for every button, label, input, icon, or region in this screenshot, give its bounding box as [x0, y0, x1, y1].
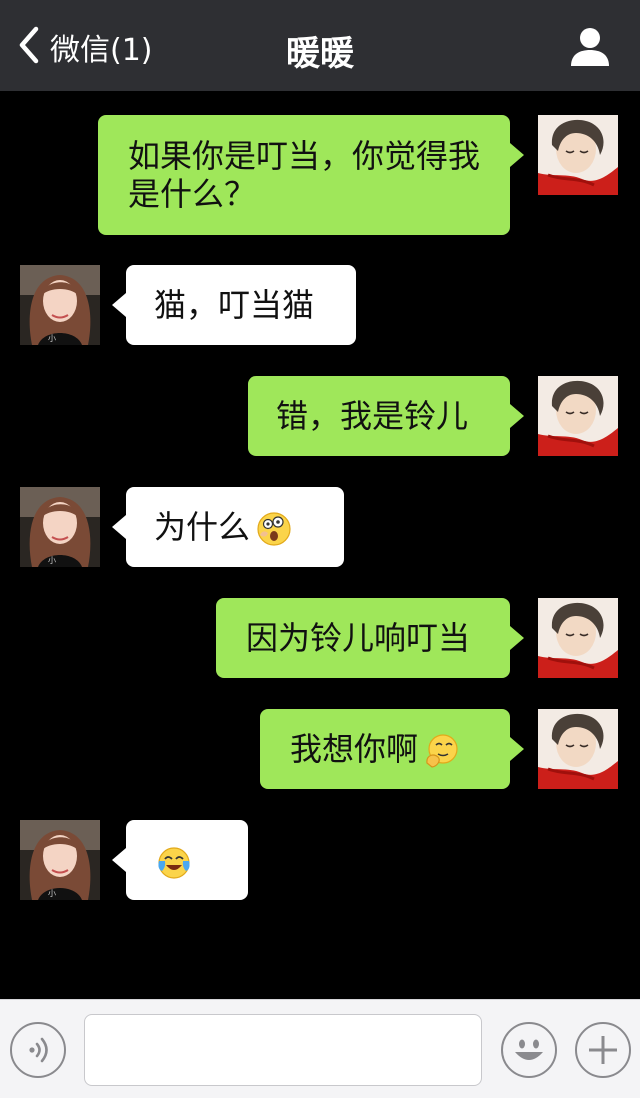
message-text: 如果你是叮当，你觉得我是什么？	[128, 137, 481, 213]
my-message-bubble[interactable]: 错，我是铃儿	[248, 376, 524, 456]
emoji-button[interactable]	[501, 1022, 557, 1078]
tears-of-joy-emoji	[156, 845, 192, 881]
contact-avatar[interactable]: 小	[20, 820, 100, 900]
svg-text:小: 小	[48, 889, 56, 898]
message-text: 为什么	[154, 508, 251, 546]
girl-avatar-image: 小	[20, 487, 100, 567]
boy-avatar-image	[538, 598, 618, 678]
message-text: 错，我是铃儿	[276, 397, 469, 435]
my-message-bubble[interactable]: 我想你啊	[260, 709, 524, 789]
contact-avatar[interactable]: 小	[20, 487, 100, 567]
contact-message-bubble[interactable]: 为什么	[112, 487, 344, 567]
svg-text:小: 小	[48, 334, 56, 343]
more-button[interactable]	[575, 1022, 631, 1078]
contact-message-bubble[interactable]: 猫，叮当猫	[112, 265, 356, 345]
input-toolbar	[0, 999, 640, 1098]
girl-avatar-image: 小	[20, 265, 100, 345]
message-text: 猫，叮当猫	[154, 286, 315, 324]
nav-bar: 微信(1) 暖暖	[0, 0, 640, 91]
person-icon	[568, 28, 612, 72]
my-message-bubble[interactable]: 如果你是叮当，你觉得我是什么？	[98, 115, 524, 235]
surprised-emoji	[256, 511, 292, 547]
message-text: 因为铃儿响叮当	[246, 619, 471, 657]
girl-avatar-image: 小	[20, 820, 100, 900]
voice-icon	[12, 1024, 64, 1076]
message-text: 我想你啊	[290, 730, 419, 768]
message-input[interactable]	[84, 1014, 482, 1086]
plus-icon	[577, 1024, 629, 1076]
svg-text:小: 小	[48, 556, 56, 565]
contact-avatar[interactable]: 小	[20, 265, 100, 345]
boy-avatar-image	[538, 115, 618, 195]
my-avatar[interactable]	[538, 598, 618, 678]
my-avatar[interactable]	[538, 709, 618, 789]
my-message-bubble[interactable]: 因为铃儿响叮当	[216, 598, 524, 678]
contact-message-bubble[interactable]	[112, 820, 248, 900]
thinking-emoji	[424, 733, 460, 769]
my-avatar[interactable]	[538, 376, 618, 456]
boy-avatar-image	[538, 709, 618, 789]
boy-avatar-image	[538, 376, 618, 456]
my-avatar[interactable]	[538, 115, 618, 195]
smiley-icon	[503, 1024, 555, 1076]
message-list[interactable]: 如果你是叮当，你觉得我是什么？ 小 猫，叮当猫 错，我是铃儿 小 为什么 因为铃…	[0, 91, 640, 999]
chat-title: 暖暖	[286, 34, 354, 74]
voice-button[interactable]	[10, 1022, 66, 1078]
profile-button[interactable]	[568, 26, 612, 68]
